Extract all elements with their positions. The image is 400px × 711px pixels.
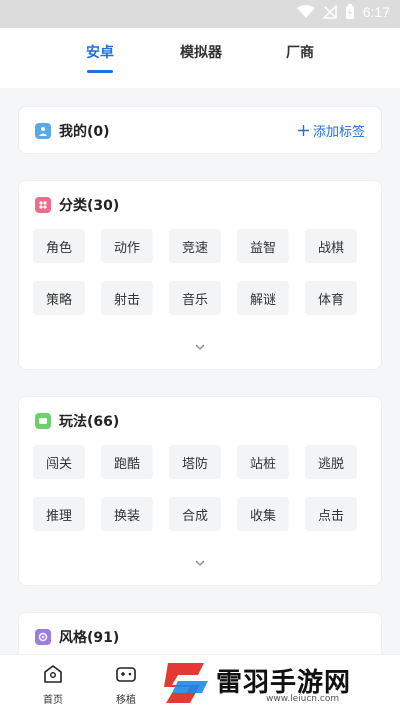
- gameplay-icon: [35, 413, 51, 429]
- status-bar: 6:17: [0, 0, 400, 28]
- user-icon: [35, 123, 51, 139]
- style-icon: [35, 629, 51, 645]
- nav-item-home[interactable]: 首页: [18, 663, 88, 706]
- status-time: 6:17: [362, 4, 390, 20]
- status-icons: 6:17: [296, 4, 390, 20]
- tag-chip[interactable]: 塔防: [169, 445, 221, 479]
- chevron-down-icon[interactable]: [192, 555, 208, 571]
- watermark: 雷羽手游网 www.leiucn.com: [160, 650, 400, 711]
- categories-card: 分类(30) 角色 动作 竞速 益智 战棋 策略 射击 音乐 解谜 体育: [18, 180, 382, 370]
- categories-header: 分类(30): [35, 195, 119, 215]
- tag-chip[interactable]: 推理: [33, 497, 85, 531]
- tag-chip[interactable]: 益智: [237, 229, 289, 263]
- style-title: 风格(91): [59, 630, 120, 646]
- tag-chip[interactable]: 跑酷: [101, 445, 153, 479]
- tag-chip[interactable]: 合成: [169, 497, 221, 531]
- chevron-down-icon[interactable]: [192, 339, 208, 355]
- tab-emulator[interactable]: 模拟器: [180, 42, 222, 62]
- gameplay-card: 玩法(66) 闯关 跑酷 塔防 站桩 逃脱 推理 换装 合成 收集 点击: [18, 396, 382, 586]
- watermark-url: www.leiucn.com: [266, 694, 340, 704]
- no-signal-icon: [322, 5, 337, 19]
- battery-icon: [345, 4, 354, 19]
- tag-chip[interactable]: 竞速: [169, 229, 221, 263]
- nav-item-port[interactable]: 移植: [91, 663, 161, 706]
- tag-chip[interactable]: 音乐: [169, 281, 221, 315]
- leiyu-logo-icon: [164, 662, 208, 703]
- my-tags-card: 我的(0) 添加标签: [18, 106, 382, 154]
- tag-chip[interactable]: 逃脱: [305, 445, 357, 479]
- tag-chip[interactable]: 换装: [101, 497, 153, 531]
- my-tags-title: 我的(0): [59, 124, 110, 140]
- add-tag-label: 添加标签: [312, 125, 365, 140]
- nav-label-port: 移植: [116, 695, 136, 706]
- tab-android[interactable]: 安卓: [86, 42, 114, 62]
- home-icon: [44, 665, 62, 683]
- nav-label-home: 首页: [43, 695, 63, 706]
- tab-manufacturer[interactable]: 厂商: [286, 42, 314, 62]
- gameplay-header: 玩法(66): [35, 411, 119, 431]
- add-tag-button[interactable]: 添加标签: [297, 121, 365, 140]
- categories-title: 分类(30): [59, 198, 120, 214]
- category-icon: [35, 197, 51, 213]
- tag-chip[interactable]: 角色: [33, 229, 85, 263]
- tag-chip[interactable]: 战棋: [305, 229, 357, 263]
- gameplay-title: 玩法(66): [59, 414, 120, 430]
- tag-chip[interactable]: 收集: [237, 497, 289, 531]
- tag-chip[interactable]: 动作: [101, 229, 153, 263]
- plus-icon: [297, 125, 309, 136]
- tab-indicator: [87, 70, 113, 73]
- gamepad-icon: [116, 667, 136, 682]
- tag-chip[interactable]: 站桩: [237, 445, 289, 479]
- tag-chip[interactable]: 体育: [305, 281, 357, 315]
- tag-chip[interactable]: 射击: [101, 281, 153, 315]
- style-header: 风格(91): [35, 627, 119, 647]
- top-tabs: 安卓 模拟器 厂商: [0, 28, 400, 88]
- tag-chip[interactable]: 点击: [305, 497, 357, 531]
- tag-chip[interactable]: 闯关: [33, 445, 85, 479]
- content: 我的(0) 添加标签 分类(30) 角色 动作 竞速 益智 战棋 策略 射击 音…: [0, 88, 400, 711]
- tag-chip[interactable]: 策略: [33, 281, 85, 315]
- wifi-icon: [296, 5, 315, 18]
- my-tags-header: 我的(0): [35, 121, 110, 141]
- tag-chip[interactable]: 解谜: [237, 281, 289, 315]
